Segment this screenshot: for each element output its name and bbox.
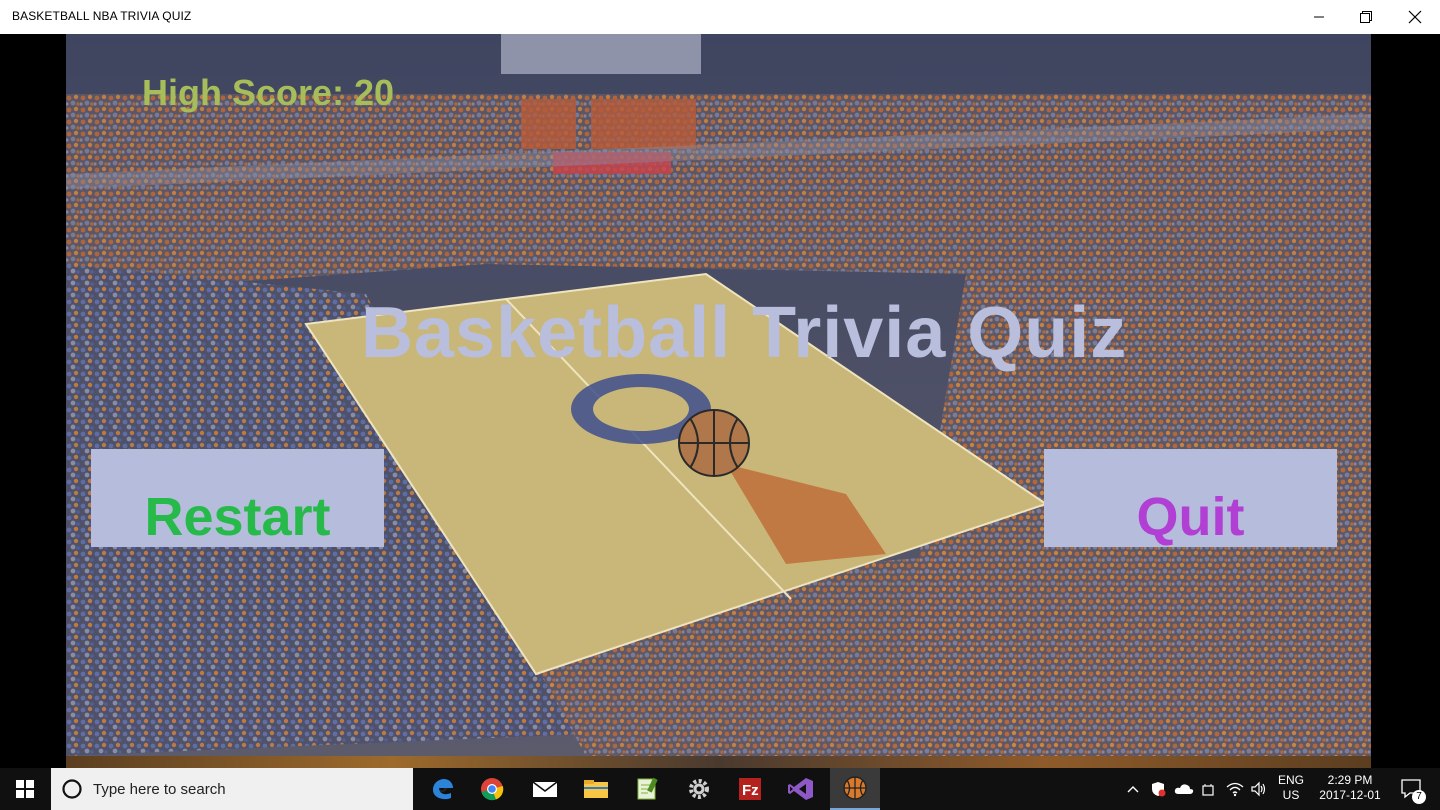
defender-icon [1152, 782, 1166, 797]
arena-background-image [66, 34, 1371, 756]
language-code: ENG [1277, 773, 1304, 787]
start-button[interactable] [0, 768, 50, 810]
clock-time: 2:29 PM [1327, 773, 1373, 787]
chevron-up-icon [1127, 786, 1139, 793]
visual-studio-icon [788, 778, 813, 800]
settings-app[interactable] [674, 768, 724, 810]
speaker-icon [1251, 781, 1266, 797]
windows-logo-icon [16, 780, 34, 798]
window-title: BASKETBALL NBA TRIVIA QUIZ [12, 9, 192, 23]
chrome-icon [481, 778, 504, 801]
edge-icon [433, 779, 453, 800]
file-explorer-icon [584, 780, 608, 798]
game-screen: High Score: 20 Basketball Trivia Quiz Re… [66, 34, 1371, 756]
restore-button[interactable] [1343, 0, 1389, 34]
search-placeholder: Type here to search [93, 781, 226, 798]
basketball-icon [678, 409, 750, 477]
file-explorer-app[interactable] [571, 768, 621, 810]
clock-date: 2017-12-01 [1319, 788, 1381, 802]
cortana-icon [62, 779, 82, 799]
quit-button[interactable]: Quit [1044, 449, 1337, 547]
chrome-app[interactable] [467, 768, 517, 810]
high-score-label: High Score: 20 [142, 72, 395, 113]
input-language-button[interactable]: ENG US [1274, 773, 1308, 803]
region-code: US [1282, 788, 1300, 802]
notepad-app[interactable] [622, 768, 672, 810]
wifi-icon [1226, 782, 1244, 797]
show-hidden-icons-button[interactable] [1124, 768, 1142, 810]
edge-app[interactable] [417, 768, 467, 810]
notepad-icon [637, 777, 658, 800]
window-title-bar: BASKETBALL NBA TRIVIA QUIZ [0, 0, 1440, 34]
app-content: High Score: 20 Basketball Trivia Quiz Re… [0, 34, 1440, 768]
mail-app[interactable] [520, 768, 570, 810]
background-bottom-strip [66, 756, 1371, 768]
network-tray-button[interactable] [1224, 768, 1246, 810]
minimize-icon [1314, 16, 1324, 18]
restart-button[interactable]: Restart [91, 449, 384, 547]
taskbar: Type here to search Fz ENG US 2:29 PM 20… [0, 768, 1440, 810]
visual-studio-app[interactable] [776, 768, 826, 810]
basketball-app[interactable] [830, 768, 880, 810]
battery-tray-button[interactable] [1199, 768, 1219, 810]
clock-button[interactable]: 2:29 PM 2017-12-01 [1310, 773, 1390, 803]
search-box[interactable]: Type here to search [51, 768, 448, 810]
tray-app-icon[interactable] [1148, 768, 1168, 810]
svg-text:Fz: Fz [742, 782, 759, 799]
filezilla-icon: Fz [739, 778, 761, 800]
notification-count-badge: 7 [1412, 790, 1426, 804]
settings-icon [689, 779, 709, 799]
filezilla-app[interactable]: Fz [725, 768, 775, 810]
close-button[interactable] [1392, 0, 1438, 34]
restore-icon [1360, 11, 1372, 23]
volume-tray-button[interactable] [1248, 768, 1270, 810]
cloud-icon [1174, 784, 1194, 794]
game-title: Basketball Trivia Quiz [361, 293, 1128, 373]
basketball-app-icon [843, 776, 867, 800]
minimize-button[interactable] [1296, 0, 1342, 34]
battery-icon [1202, 784, 1214, 796]
action-center-button[interactable]: 7 [1392, 768, 1432, 810]
close-icon [1408, 10, 1422, 24]
mail-icon [532, 781, 558, 797]
onedrive-tray-button[interactable] [1173, 768, 1195, 810]
